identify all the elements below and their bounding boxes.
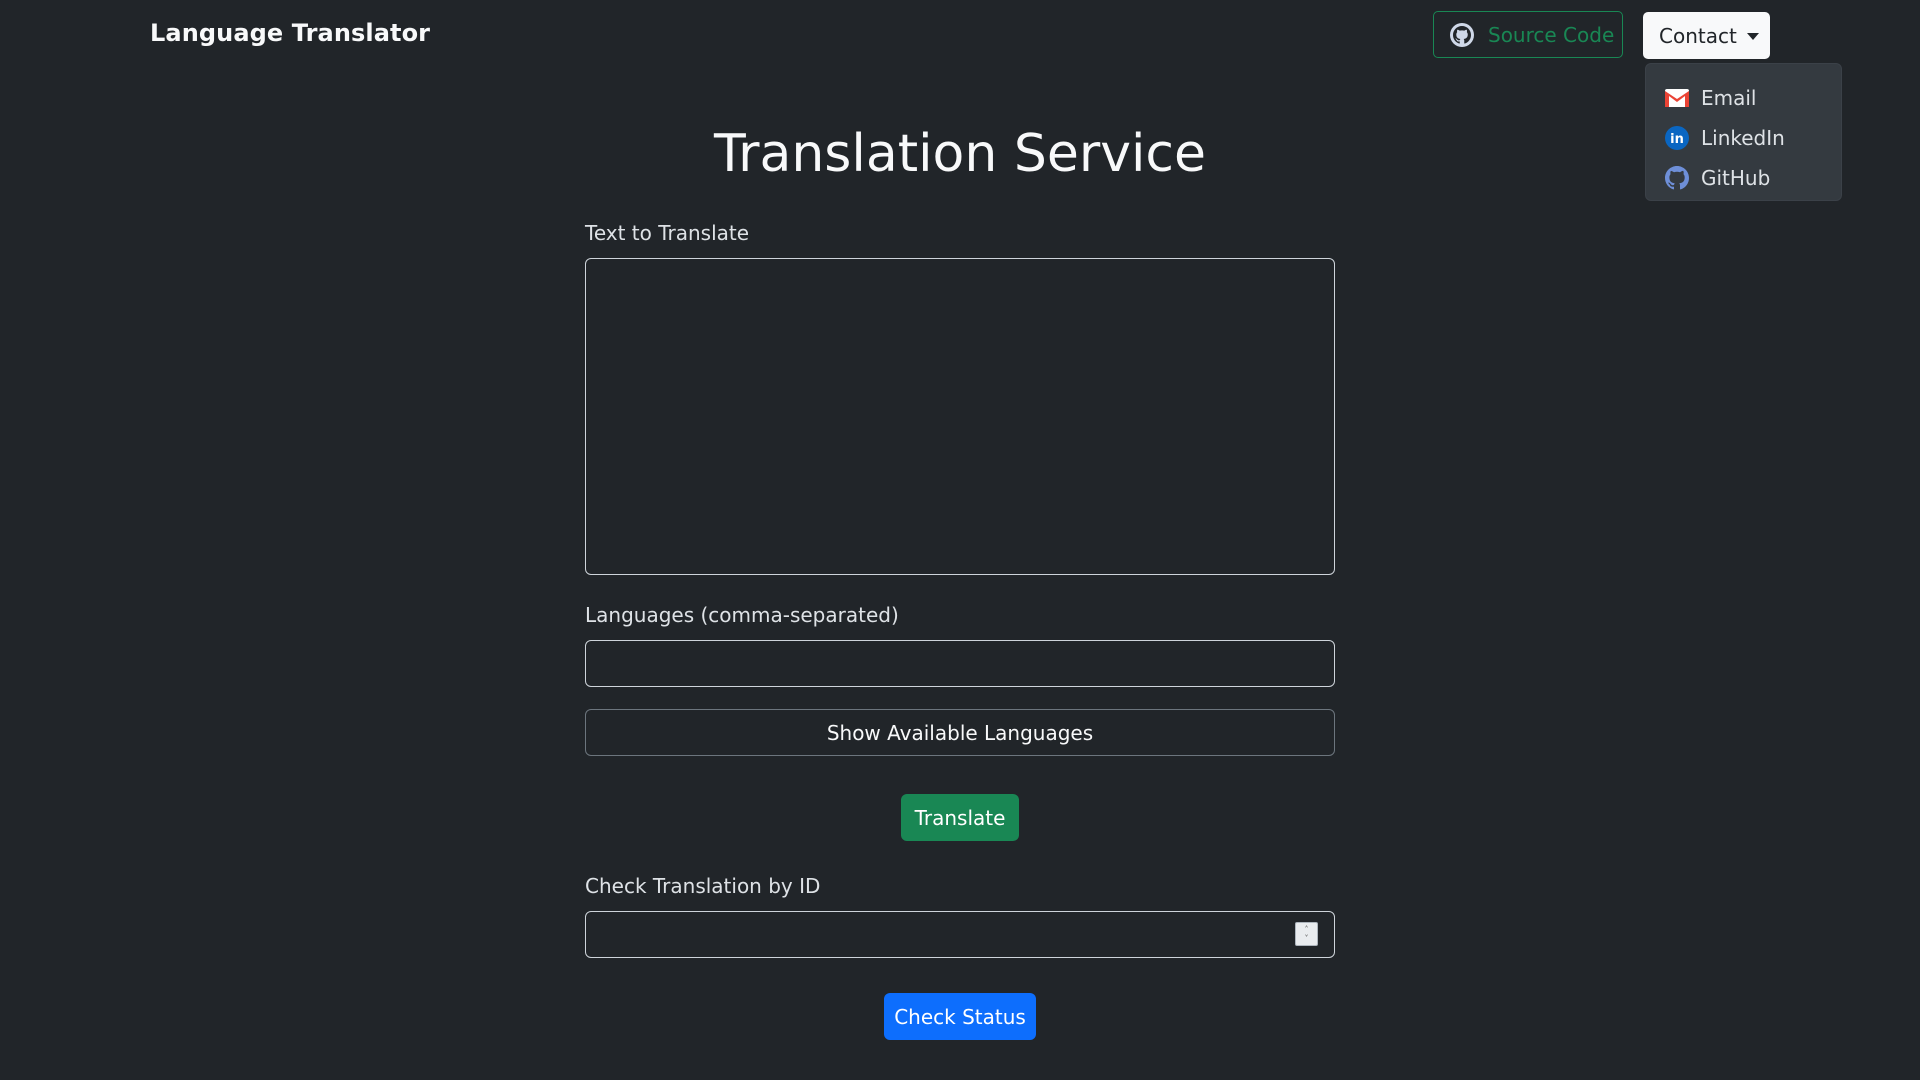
source-code-button[interactable]: Source Code	[1433, 11, 1623, 58]
text-to-translate-label: Text to Translate	[585, 221, 750, 245]
page-title: Translation Service	[713, 124, 1207, 184]
check-status-button[interactable]: Check Status	[884, 993, 1036, 1040]
chevron-down-icon[interactable]: ˅	[1305, 934, 1309, 943]
check-translation-label: Check Translation by ID	[585, 874, 821, 898]
text-to-translate-input[interactable]	[585, 258, 1335, 575]
caret-down-icon	[1746, 32, 1759, 40]
translate-button[interactable]: Translate	[901, 794, 1019, 841]
contact-label: Contact	[1659, 23, 1737, 48]
chevron-up-icon[interactable]: ˄	[1305, 925, 1309, 934]
gmail-icon	[1664, 85, 1690, 111]
source-code-label: Source Code	[1488, 22, 1615, 47]
navbar: Language Translator Source Code Contact	[0, 0, 1920, 70]
show-languages-button[interactable]: Show Available Languages	[585, 709, 1335, 756]
languages-label: Languages (comma-separated)	[585, 603, 899, 627]
contact-menu-label-email: Email	[1701, 86, 1757, 110]
translation-id-input[interactable]	[585, 911, 1335, 958]
contact-menu-item-email[interactable]: Email	[1646, 78, 1841, 118]
languages-input[interactable]	[585, 640, 1335, 687]
github-icon	[1450, 22, 1474, 47]
number-stepper[interactable]: ˄ ˅	[1295, 922, 1318, 946]
contact-dropdown-button[interactable]: Contact	[1643, 12, 1770, 59]
brand-title[interactable]: Language Translator	[150, 19, 430, 47]
